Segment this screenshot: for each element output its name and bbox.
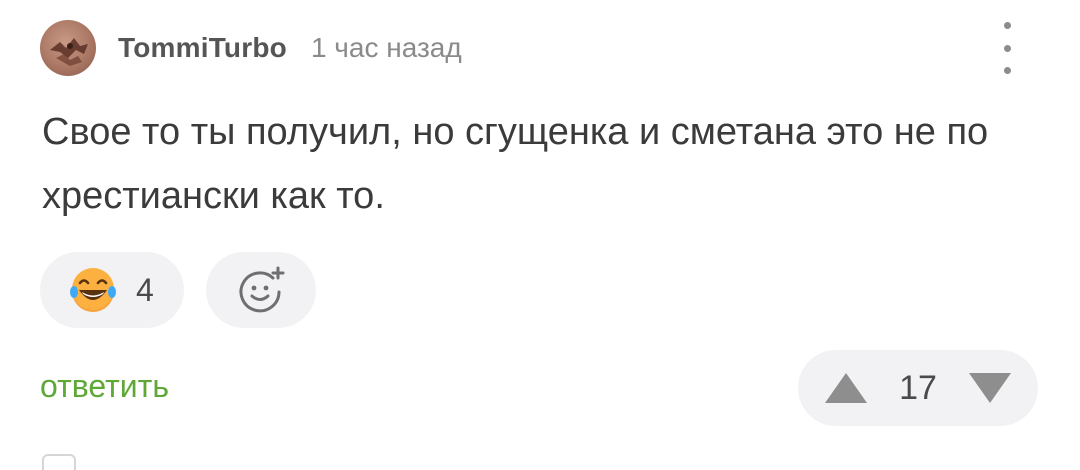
comment-card: TommiTurbo 1 час назад Свое то ты получи…	[0, 0, 1080, 470]
menu-dot	[1003, 67, 1011, 74]
vote-box: 17	[798, 350, 1038, 426]
next-comment-edge	[42, 454, 76, 470]
laughing-emoji-icon	[70, 268, 116, 312]
comment-text: Свое то ты получил, но сгущенка и сметан…	[42, 111, 989, 217]
avatar[interactable]	[40, 20, 96, 76]
add-reaction-button[interactable]	[206, 252, 316, 328]
reaction-laugh-button[interactable]: 4	[40, 252, 184, 328]
add-emoji-icon	[239, 266, 285, 313]
menu-dot	[1003, 22, 1011, 29]
comment-timestamp: 1 час назад	[310, 32, 462, 63]
downvote-button[interactable]	[966, 368, 1014, 408]
comment-header: TommiTurbo 1 час назад	[40, 18, 462, 78]
reply-link[interactable]: ответить	[40, 368, 169, 405]
upvote-arrow-icon	[825, 373, 867, 403]
upvote-button[interactable]	[822, 368, 870, 408]
more-options-icon[interactable]	[990, 22, 1024, 74]
rating-count: 17	[899, 368, 937, 407]
downvote-arrow-icon	[968, 373, 1011, 403]
avatar-image-icon	[50, 38, 88, 66]
reaction-count: 4	[136, 271, 154, 308]
menu-dot	[1003, 44, 1011, 52]
author-name[interactable]: TommiTurbo	[118, 32, 287, 64]
